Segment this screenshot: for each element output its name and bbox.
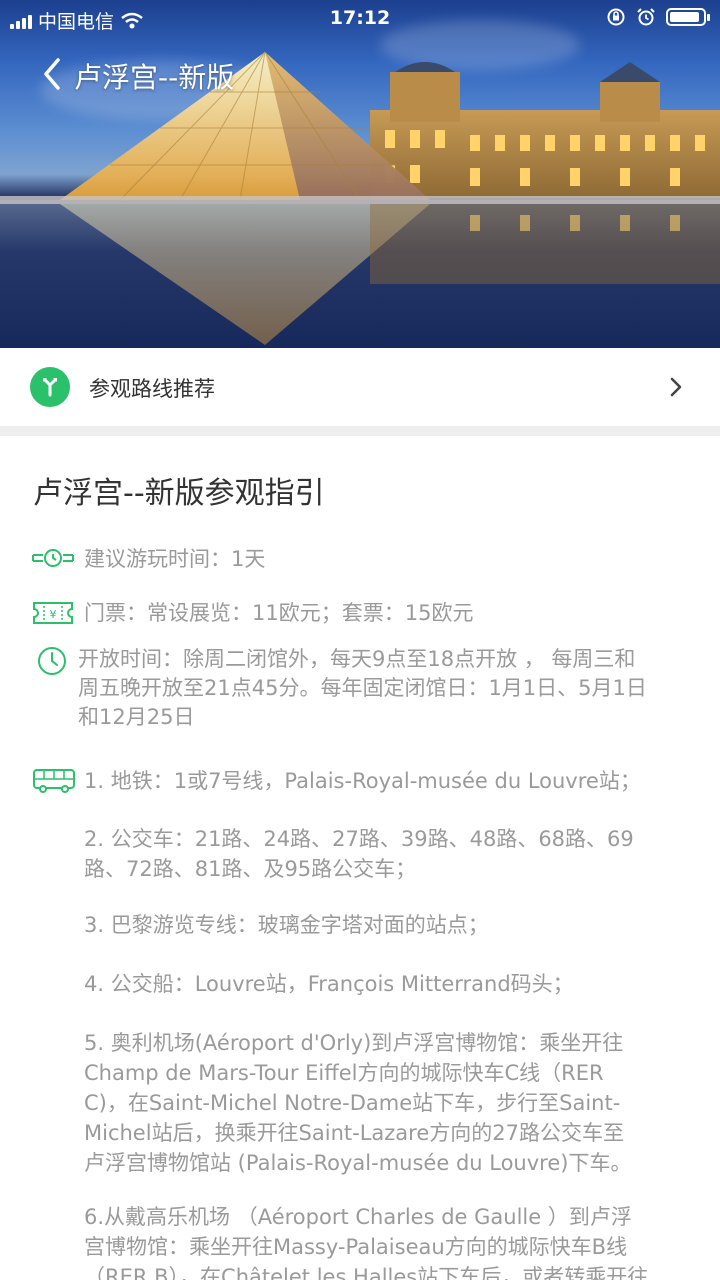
route-recommendation-label: 参观路线推荐	[89, 377, 215, 401]
alarm-icon	[637, 8, 655, 26]
opening-hours-row: 开放时间：除周二闭馆外，每天9点至18点开放 ， 每周三和 周五晚开放至21点4…	[0, 645, 720, 735]
watch-icon	[32, 549, 74, 567]
nav-bar: 卢浮宫--新版	[0, 52, 720, 98]
opening-hours-line: 和12月25日	[78, 705, 195, 729]
section-divider	[0, 426, 720, 436]
clock-icon	[38, 647, 66, 675]
transport-item: 4. 公交船：Louvre站，François Mitterrand码头；	[84, 972, 574, 996]
page-title: 卢浮宫--新版	[74, 61, 235, 94]
transport-item: 1. 地铁：1或7号线，Palais-Royal-musée du Louvre…	[84, 769, 641, 793]
battery-icon	[666, 8, 710, 26]
bus-icon	[33, 769, 75, 793]
transport-item: 2. 公交车：21路、24路、27路、39路、48路、68路、69 路、72路、…	[84, 827, 634, 881]
chevron-left-icon	[44, 58, 60, 90]
ticket-row: ¥ 门票：常设展览：11欧元；套票：15欧元	[0, 597, 720, 627]
chevron-right-icon	[670, 377, 682, 397]
transport-item: 5. 奥利机场(Aéroport d'Orly)到卢浮宫博物馆：乘坐开往 Cha…	[84, 1031, 632, 1175]
play-time-row: 建议游玩时间：1天	[0, 543, 720, 573]
opening-hours-text: 开放时间：除周二闭馆外，每天9点至18点开放 ， 每周三和 周五晚开放至21点4…	[78, 645, 720, 732]
transport-item: 6.从戴高乐机场 （Aéroport Charles de Gaulle ）到卢…	[84, 1205, 649, 1280]
ticket-icon: ¥	[33, 602, 73, 624]
rotation-lock-icon	[607, 8, 625, 26]
guide-title: 卢浮宫--新版参观指引	[33, 476, 325, 511]
status-bar: 中国电信 17:12	[0, 0, 720, 36]
route-sign-icon	[30, 367, 70, 407]
route-recommendation-row[interactable]: 参观路线推荐	[0, 348, 720, 426]
play-time-text: 建议游玩时间：1天	[84, 547, 266, 571]
back-button[interactable]	[36, 54, 76, 94]
transport-item: 3. 巴黎游览专线：玻璃金字塔对面的站点；	[84, 913, 489, 937]
ticket-text: 门票：常设展览：11欧元；套票：15欧元	[84, 601, 474, 625]
opening-hours-line: 周五晚开放至21点45分。每年固定闭馆日：1月1日、5月1日	[78, 676, 647, 700]
svg-text:¥: ¥	[50, 608, 57, 621]
opening-hours-line: 开放时间：除周二闭馆外，每天9点至18点开放 ， 每周三和	[78, 647, 636, 671]
